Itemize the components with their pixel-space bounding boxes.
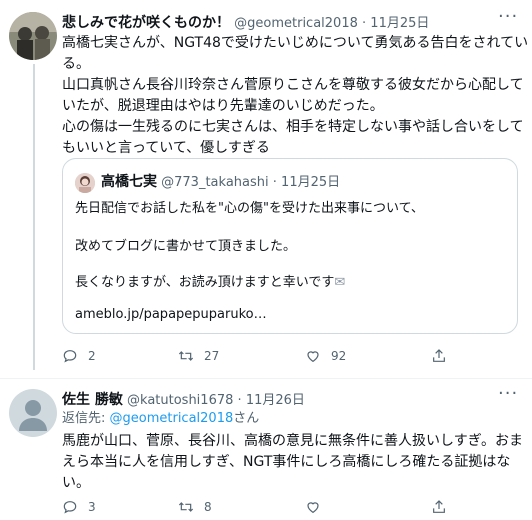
reply-to-line: 返信先: @geometrical2018さん <box>62 408 259 429</box>
quoted-tweet[interactable]: 高橋七実 @773_takahashi · 11月25日 先日配信でお話した私を… <box>62 158 518 334</box>
separator: · <box>362 16 367 31</box>
quoted-author-name: 高橋七実 <box>101 174 157 190</box>
like-button[interactable]: 92 <box>305 348 346 364</box>
default-avatar-icon[interactable] <box>9 389 57 437</box>
like-icon <box>307 351 319 363</box>
author-name[interactable]: 悲しみで花が咲くものか！ <box>62 15 230 31</box>
tweet-text-line: 高橋七実さんが、NGT48で受けたいじめについて勇気ある告白をされてい <box>62 35 529 51</box>
tweet-1[interactable]: 悲しみで花が咲くものか！ @geometrical2018 · 11月25日 ·… <box>0 0 532 378</box>
tweet-text-line: 山口真帆さん長谷川玲奈さん菅原りこさんを尊敬する彼女だから心配して <box>62 77 524 93</box>
thread-connector <box>33 64 35 370</box>
tweet-text-line: 心の傷は一生残るのに七実さんは、相手を特定しない事や話し合いをして <box>62 119 524 135</box>
retweet-button[interactable]: 8 <box>178 499 212 515</box>
tweet-text-line: いたが、脱退理由はやはり先輩達のいじめだった。 <box>62 98 384 114</box>
tweet-2[interactable]: 佐生 勝敏 @katutoshi1678 · 11月26日 ··· 返信先: @… <box>0 379 532 520</box>
reply-icon <box>63 501 77 514</box>
share-button[interactable] <box>431 348 447 364</box>
quoted-header: 高橋七実 @773_takahashi · 11月25日 <box>75 171 340 193</box>
tweet-date[interactable]: 11月25日 <box>370 16 429 31</box>
share-icon <box>433 500 445 513</box>
tweet-text-line: 馬鹿が山口、菅原、長谷川、高橋の意見に無条件に善人扱いしすぎ。おま <box>62 433 524 449</box>
like-icon <box>307 502 319 514</box>
reply-button[interactable]: 3 <box>62 499 96 515</box>
reply-button[interactable]: 2 <box>62 348 96 364</box>
reply-count: 3 <box>88 500 96 514</box>
reply-to-handle[interactable]: @geometrical2018 <box>110 411 234 426</box>
quoted-text: 長くなりますが、お読み頂けますと幸いです <box>75 275 335 290</box>
author-avatar[interactable] <box>9 12 57 60</box>
quoted-text-line: 改めてブログに書かせて頂きました。 <box>75 239 297 254</box>
like-button[interactable] <box>305 499 321 515</box>
more-icon[interactable]: ··· <box>498 6 518 27</box>
reply-to-prefix: 返信先: <box>62 411 110 426</box>
tweet-header: 佐生 勝敏 @katutoshi1678 · 11月26日 <box>62 389 305 409</box>
tweet-text: 馬鹿が山口、菅原、長谷川、高橋の意見に無条件に善人扱いしすぎ。おま えら本当に人… <box>62 431 523 494</box>
reply-icon <box>63 350 77 363</box>
author-handle[interactable]: @geometrical2018 <box>234 16 358 31</box>
share-button[interactable] <box>431 499 447 515</box>
retweet-count: 8 <box>204 500 212 514</box>
author-handle[interactable]: @katutoshi1678 <box>127 393 233 408</box>
reply-count: 2 <box>88 349 96 363</box>
separator: · <box>237 393 242 408</box>
retweet-icon <box>178 351 194 361</box>
tweet-text-line: い。 <box>62 475 90 491</box>
quoted-text-line: 先日配信でお話した私を"心の傷"を受けた出来事について、 <box>75 201 424 216</box>
retweet-button[interactable]: 27 <box>178 348 219 364</box>
tweet-text-line: る。 <box>62 56 90 72</box>
quoted-text-line: 長くなりますが、お読み頂けますと幸いです✉ <box>75 271 345 290</box>
more-icon[interactable]: ··· <box>498 383 518 404</box>
tweet-text: 高橋七実さんが、NGT48で受けたいじめについて勇気ある告白をされてい る。 山… <box>62 33 528 159</box>
author-name[interactable]: 佐生 勝敏 <box>62 392 123 408</box>
like-count: 92 <box>331 349 347 363</box>
quoted-author-handle: @773_takahashi <box>161 175 269 190</box>
reply-to-suffix: さん <box>233 411 260 426</box>
separator: · <box>272 175 277 190</box>
quoted-avatar <box>75 172 95 193</box>
tweet-text-line: もいいと言っていて、優しすぎる <box>62 140 270 156</box>
tweet-header: 悲しみで花が咲くものか！ @geometrical2018 · 11月25日 <box>62 12 429 32</box>
envelope-icon: ✉ <box>334 275 346 290</box>
retweet-count: 27 <box>204 349 220 363</box>
share-icon <box>433 349 445 362</box>
retweet-icon <box>178 502 194 512</box>
tweet-text-line: えら本当に人を信用しすぎ、NGT事件にしろ高橋にしろ確たる証拠はな <box>62 454 511 470</box>
tweet-date[interactable]: 11月26日 <box>246 393 305 408</box>
quoted-date: 11月25日 <box>281 175 341 190</box>
quoted-link[interactable]: ameblo.jp/papapepuparuko… <box>75 307 267 322</box>
